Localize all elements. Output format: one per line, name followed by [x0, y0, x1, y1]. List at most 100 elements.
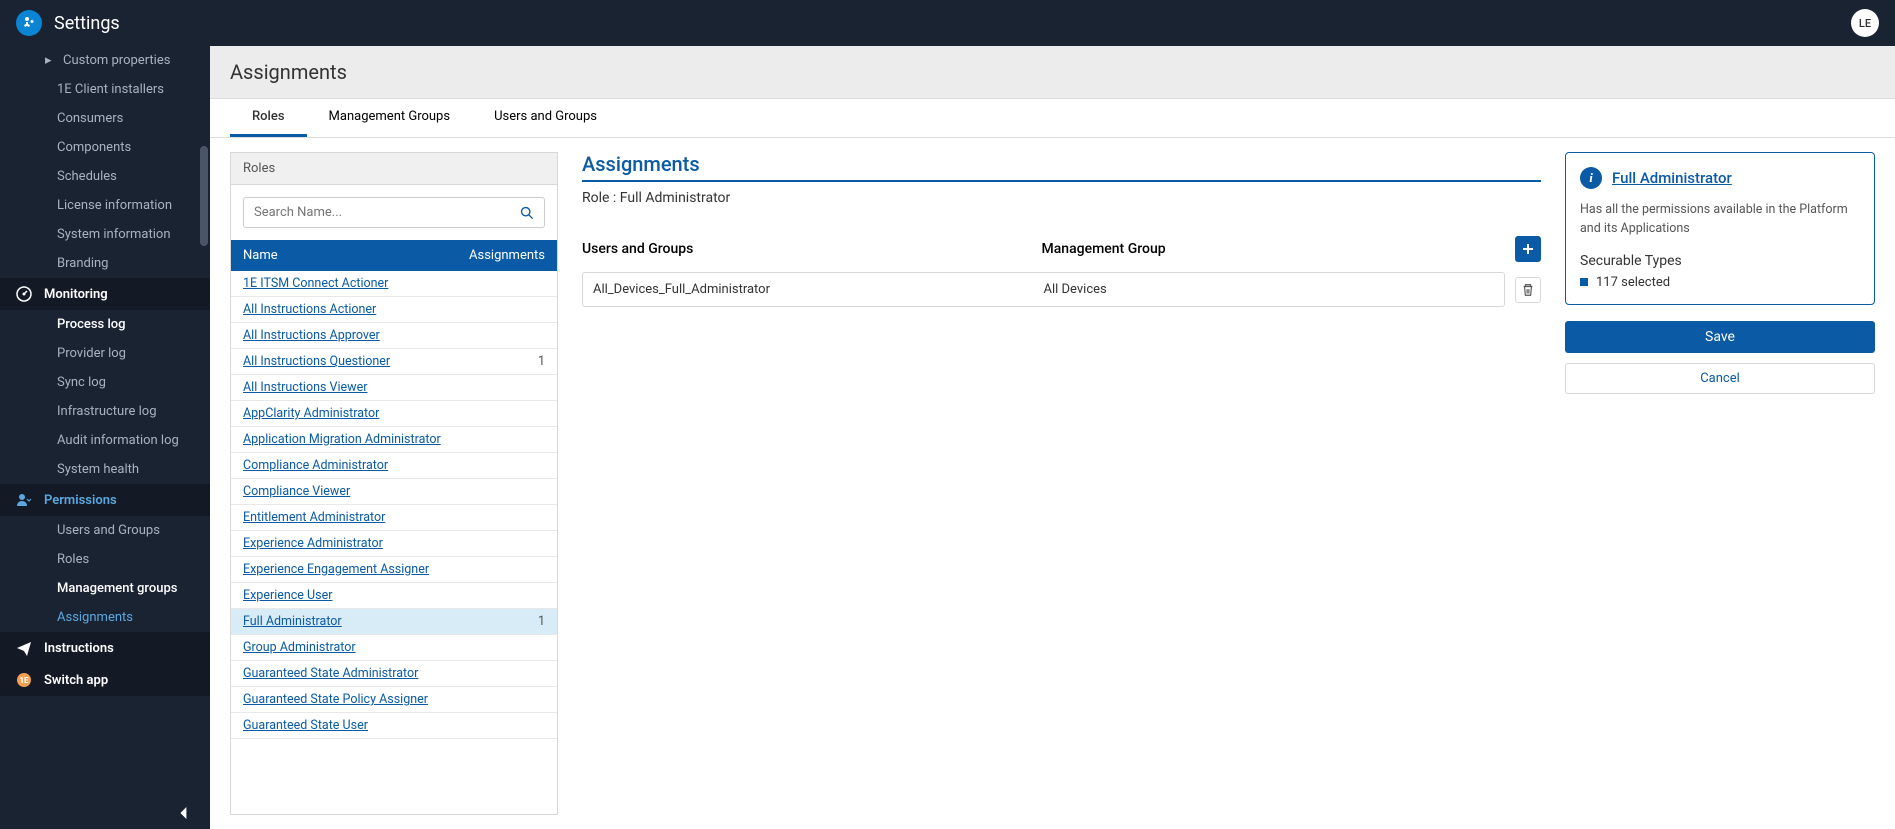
app-logo-icon: [16, 10, 42, 36]
tab-management-groups[interactable]: Management Groups: [307, 99, 473, 137]
role-link[interactable]: Guaranteed State Administrator: [243, 666, 515, 681]
save-button[interactable]: Save: [1565, 321, 1875, 353]
role-count: [515, 328, 545, 343]
sidebar-item-license-information[interactable]: License information: [0, 191, 210, 220]
sidebar-item-provider-log[interactable]: Provider log: [0, 339, 210, 368]
sidebar-item-management-groups[interactable]: Management groups: [0, 574, 210, 603]
role-count: [515, 692, 545, 707]
role-link[interactable]: Full Administrator: [243, 614, 515, 629]
securable-types-count: 117 selected: [1580, 275, 1860, 290]
role-link[interactable]: All Instructions Questioner: [243, 354, 515, 369]
search-box[interactable]: [243, 197, 545, 228]
role-count: [515, 510, 545, 525]
role-row[interactable]: Guaranteed State Policy Assigner: [231, 687, 557, 713]
role-info-title[interactable]: Full Administrator: [1612, 169, 1732, 187]
role-row[interactable]: All Instructions Approver: [231, 323, 557, 349]
role-row[interactable]: Compliance Viewer: [231, 479, 557, 505]
sidebar-item-components[interactable]: Components: [0, 133, 210, 162]
role-row[interactable]: Group Administrator: [231, 635, 557, 661]
role-count: [515, 536, 545, 551]
svg-text:1E: 1E: [19, 676, 29, 685]
user-avatar[interactable]: LE: [1851, 9, 1879, 37]
sidebar-item-infrastructure-log[interactable]: Infrastructure log: [0, 397, 210, 426]
search-input[interactable]: [254, 205, 520, 220]
assignment-cells[interactable]: All_Devices_Full_AdministratorAll Device…: [582, 272, 1505, 307]
cancel-button[interactable]: Cancel: [1565, 363, 1875, 394]
roles-table-header: Name Assignments: [231, 240, 557, 271]
role-link[interactable]: Compliance Viewer: [243, 484, 515, 499]
role-row[interactable]: Guaranteed State Administrator: [231, 661, 557, 687]
sidebar-item-roles[interactable]: Roles: [0, 545, 210, 574]
sidebar-item-system-health[interactable]: System health: [0, 455, 210, 484]
role-row[interactable]: All Instructions Questioner1: [231, 349, 557, 375]
role-count: [515, 432, 545, 447]
sidebar-item-sync-log[interactable]: Sync log: [0, 368, 210, 397]
sidebar: ▸Custom properties1E Client installersCo…: [0, 46, 210, 829]
role-row[interactable]: Entitlement Administrator: [231, 505, 557, 531]
role-link[interactable]: Experience Administrator: [243, 536, 515, 551]
sidebar-item-process-log[interactable]: Process log: [0, 310, 210, 339]
sidebar-item-custom-properties[interactable]: ▸Custom properties: [0, 46, 210, 75]
role-count: [515, 718, 545, 733]
tab-roles[interactable]: Roles: [230, 99, 307, 137]
role-count: [515, 588, 545, 603]
role-row[interactable]: AppClarity Administrator: [231, 401, 557, 427]
role-link[interactable]: Group Administrator: [243, 640, 515, 655]
column-name: Name: [243, 248, 469, 263]
add-assignment-button[interactable]: [1515, 236, 1541, 262]
role-link[interactable]: Guaranteed State User: [243, 718, 515, 733]
assignments-detail: Assignments Role : Full Administrator Us…: [582, 152, 1541, 815]
sidebar-item-schedules[interactable]: Schedules: [0, 162, 210, 191]
role-link[interactable]: Application Migration Administrator: [243, 432, 515, 447]
sidebar-item-consumers[interactable]: Consumers: [0, 104, 210, 133]
role-link[interactable]: Experience Engagement Assigner: [243, 562, 515, 577]
role-row[interactable]: Experience Administrator: [231, 531, 557, 557]
role-count: 1: [515, 354, 545, 369]
role-link[interactable]: All Instructions Actioner: [243, 302, 515, 317]
role-link[interactable]: All Instructions Viewer: [243, 380, 515, 395]
role-row[interactable]: Application Migration Administrator: [231, 427, 557, 453]
bullet-icon: [1580, 278, 1588, 286]
sidebar-item-audit-information-log[interactable]: Audit information log: [0, 426, 210, 455]
role-row[interactable]: All Instructions Actioner: [231, 297, 557, 323]
delete-assignment-button[interactable]: [1515, 277, 1541, 303]
collapse-sidebar-button[interactable]: [178, 807, 190, 819]
role-link[interactable]: 1E ITSM Connect Actioner: [243, 276, 515, 291]
role-link[interactable]: AppClarity Administrator: [243, 406, 515, 421]
sidebar-item-branding[interactable]: Branding: [0, 249, 210, 278]
role-row[interactable]: 1E ITSM Connect Actioner: [231, 271, 557, 297]
role-link[interactable]: Guaranteed State Policy Assigner: [243, 692, 515, 707]
sidebar-item-users-and-groups[interactable]: Users and Groups: [0, 516, 210, 545]
role-info-description: Has all the permissions available in the…: [1580, 201, 1860, 239]
role-link[interactable]: Entitlement Administrator: [243, 510, 515, 525]
user-icon: [16, 492, 34, 508]
sidebar-section-switch-app[interactable]: 1ESwitch app: [0, 664, 210, 696]
role-row[interactable]: Guaranteed State User: [231, 713, 557, 739]
info-icon: i: [1580, 167, 1602, 189]
roles-list: 1E ITSM Connect Actioner All Instructions…: [231, 271, 557, 814]
role-row[interactable]: Experience User: [231, 583, 557, 609]
topbar-left: Settings: [16, 10, 120, 36]
sidebar-section-monitoring[interactable]: Monitoring: [0, 278, 210, 310]
sidebar-scrollbar[interactable]: [200, 146, 208, 246]
role-row[interactable]: Full Administrator1: [231, 609, 557, 635]
page-title: Assignments: [210, 46, 1895, 99]
role-link[interactable]: Compliance Administrator: [243, 458, 515, 473]
tab-users-and-groups[interactable]: Users and Groups: [472, 99, 619, 137]
role-row[interactable]: All Instructions Viewer: [231, 375, 557, 401]
sidebar-item-assignments[interactable]: Assignments: [0, 603, 210, 632]
gauge-icon: [16, 286, 34, 302]
sidebar-item-system-information[interactable]: System information: [0, 220, 210, 249]
role-count: 1: [515, 614, 545, 629]
role-row[interactable]: Experience Engagement Assigner: [231, 557, 557, 583]
column-assignments: Assignments: [469, 248, 545, 263]
assignment-row: All_Devices_Full_AdministratorAll Device…: [582, 272, 1541, 307]
role-count: [515, 302, 545, 317]
role-count: [515, 640, 545, 655]
sidebar-section-permissions[interactable]: Permissions: [0, 484, 210, 516]
sidebar-item-1e-client-installers[interactable]: 1E Client installers: [0, 75, 210, 104]
role-link[interactable]: All Instructions Approver: [243, 328, 515, 343]
role-link[interactable]: Experience User: [243, 588, 515, 603]
role-row[interactable]: Compliance Administrator: [231, 453, 557, 479]
sidebar-section-instructions[interactable]: Instructions: [0, 632, 210, 664]
